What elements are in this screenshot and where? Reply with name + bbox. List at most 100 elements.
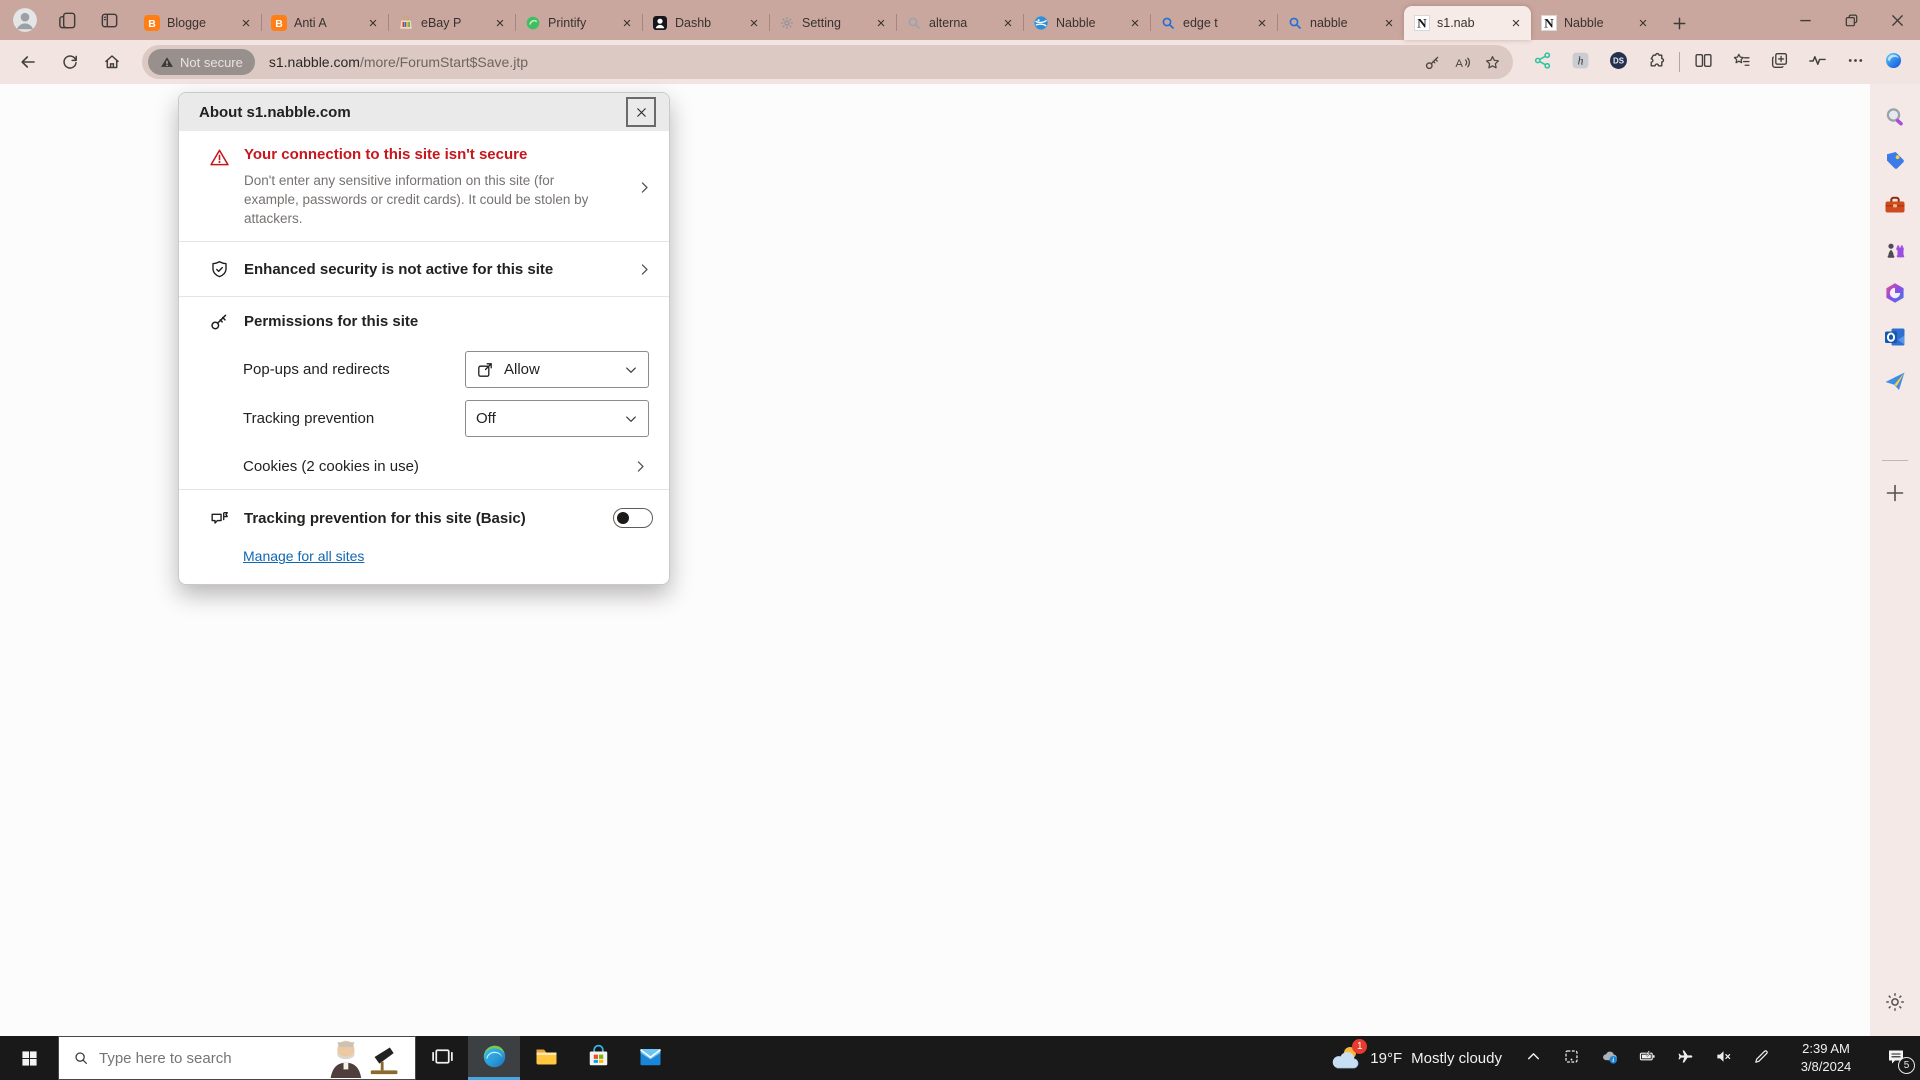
tab-close-icon[interactable]: × [1634, 14, 1652, 32]
workspaces-icon[interactable] [54, 7, 80, 33]
key-icon [209, 311, 230, 332]
split-screen-button[interactable] [1684, 45, 1722, 79]
tracking-toggle[interactable] [613, 508, 653, 529]
taskbar-app-file-explorer[interactable] [520, 1036, 572, 1080]
sidebar-settings-gear-icon[interactable] [1875, 980, 1915, 1024]
address-bar[interactable]: Not secure s1.nabble.com/more/ForumStart… [142, 45, 1513, 79]
customize-sidebar-plus-icon[interactable] [1875, 471, 1915, 515]
sidebar-item-shopping[interactable] [1875, 140, 1915, 184]
taskbar-app-edge[interactable] [468, 1036, 520, 1080]
copilot-button[interactable] [1874, 45, 1912, 79]
taskbar-search-box[interactable] [58, 1036, 416, 1080]
browser-tab[interactable]: B Blogge × [134, 6, 261, 40]
tab-close-icon[interactable]: × [1126, 14, 1144, 32]
tab-close-icon[interactable]: × [1253, 14, 1271, 32]
copilot-icon [1884, 51, 1903, 73]
tab-close-icon[interactable]: × [872, 14, 890, 32]
browser-tab[interactable]: Setting × [769, 6, 896, 40]
tab-title: edge t [1183, 16, 1218, 30]
browser-tab[interactable]: edge t × [1150, 6, 1277, 40]
share-button[interactable] [1523, 45, 1561, 79]
browser-tab[interactable]: Dashb × [642, 6, 769, 40]
browser-tab[interactable]: eBay P × [388, 6, 515, 40]
back-button[interactable] [8, 44, 48, 80]
dialog-close-button[interactable] [626, 97, 656, 127]
refresh-button[interactable] [50, 44, 90, 80]
tray-tablet[interactable] [1552, 1036, 1590, 1080]
windows-taskbar: 1 19°F Mostly cloudy i 2:39 AM 3/8/2024 … [0, 1036, 1920, 1080]
browser-tab[interactable]: alterna × [896, 6, 1023, 40]
permission-rows: Pop-ups and redirects Allow Tracking preve… [179, 345, 669, 443]
profile-avatar-icon[interactable] [12, 7, 38, 33]
warning-triangle-icon [209, 147, 230, 168]
sidebar-item-games[interactable] [1875, 228, 1915, 272]
dropdown-value: Off [476, 410, 496, 428]
tray-battery[interactable] [1628, 1036, 1666, 1080]
more-button[interactable] [1836, 45, 1874, 79]
tray-volume-mute[interactable] [1704, 1036, 1742, 1080]
enhanced-security-row[interactable]: Enhanced security is not active for this… [179, 242, 669, 296]
edge-icon [482, 1044, 507, 1072]
tray-onedrive[interactable]: i [1590, 1036, 1628, 1080]
tab-actions-icon[interactable] [96, 7, 122, 33]
tab-close-icon[interactable]: × [364, 14, 382, 32]
tab-close-icon[interactable]: × [1380, 14, 1398, 32]
browser-tab[interactable]: B Anti A × [261, 6, 388, 40]
tab-close-icon[interactable]: × [491, 14, 509, 32]
favorites-icon [1732, 51, 1751, 73]
sidebar-item-tools[interactable] [1875, 184, 1915, 228]
weather-widget[interactable]: 1 19°F Mostly cloudy [1319, 1036, 1514, 1080]
drop-icon [1883, 369, 1907, 396]
close-window-button[interactable] [1874, 0, 1920, 40]
taskbar-app-mail[interactable] [624, 1036, 676, 1080]
sidebar-item-outlook[interactable] [1875, 316, 1915, 360]
extensions-button[interactable] [1637, 45, 1675, 79]
tray-pen[interactable] [1742, 1036, 1780, 1080]
taskbar-app-microsoft-store[interactable] [572, 1036, 624, 1080]
tab-close-icon[interactable]: × [745, 14, 763, 32]
taskbar-clock[interactable]: 2:39 AM 3/8/2024 [1786, 1040, 1866, 1075]
tracking-prevention-dropdown[interactable]: Off [465, 400, 649, 438]
tab-close-icon[interactable]: × [1507, 14, 1525, 32]
browser-tab[interactable]: nabble × [1277, 6, 1404, 40]
sidebar-item-drop[interactable] [1875, 360, 1915, 404]
taskbar-app-task-view[interactable] [416, 1036, 468, 1080]
ds-button[interactable]: DS [1599, 45, 1637, 79]
browser-tab[interactable]: Nabble × [1023, 6, 1150, 40]
search-input[interactable] [99, 1049, 415, 1067]
notification-center-button[interactable]: 5 [1872, 1036, 1920, 1080]
tab-close-icon[interactable]: × [237, 14, 255, 32]
password-key-icon[interactable] [1417, 47, 1447, 77]
file-explorer-icon [534, 1044, 559, 1072]
tab-close-icon[interactable]: × [618, 14, 636, 32]
pop-ups-and-redirects-dropdown[interactable]: Allow [465, 351, 649, 389]
navigation-toolbar: Not secure s1.nabble.com/more/ForumStart… [0, 40, 1920, 84]
new-tab-button[interactable] [1662, 6, 1696, 40]
permission-row-pop-ups-and-redirects: Pop-ups and redirects Allow [179, 345, 669, 394]
browser-tab[interactable]: N Nabble × [1531, 6, 1658, 40]
microsoft-store-icon [586, 1044, 611, 1072]
browser-tab[interactable]: Printify × [515, 6, 642, 40]
start-button[interactable] [0, 1036, 58, 1080]
read-aloud-icon[interactable]: A [1447, 47, 1477, 77]
cookies-row[interactable]: Cookies (2 cookies in use) [179, 443, 669, 489]
collections-button[interactable] [1760, 45, 1798, 79]
tray-chevron-up[interactable] [1514, 1036, 1552, 1080]
sidebar-item-microsoft-365[interactable] [1875, 272, 1915, 316]
svg-text:N: N [1417, 16, 1427, 31]
connection-warning-row[interactable]: Your connection to this site isn't secur… [179, 131, 669, 241]
favorites-button[interactable] [1722, 45, 1760, 79]
tab-close-icon[interactable]: × [999, 14, 1017, 32]
favorite-star-icon[interactable] [1477, 47, 1507, 77]
svg-text:DS: DS [1613, 56, 1624, 65]
honey-button[interactable]: h [1561, 45, 1599, 79]
browser-tab[interactable]: Ns1.nab × [1404, 6, 1531, 40]
sidebar-item-search[interactable] [1875, 96, 1915, 140]
home-button[interactable] [92, 44, 132, 80]
security-chip[interactable]: Not secure [148, 49, 255, 75]
minimize-button[interactable] [1782, 0, 1828, 40]
manage-for-all-sites-link[interactable]: Manage for all sites [243, 548, 364, 564]
restore-button[interactable] [1828, 0, 1874, 40]
essentials-button[interactable] [1798, 45, 1836, 79]
tray-airplane[interactable] [1666, 1036, 1704, 1080]
